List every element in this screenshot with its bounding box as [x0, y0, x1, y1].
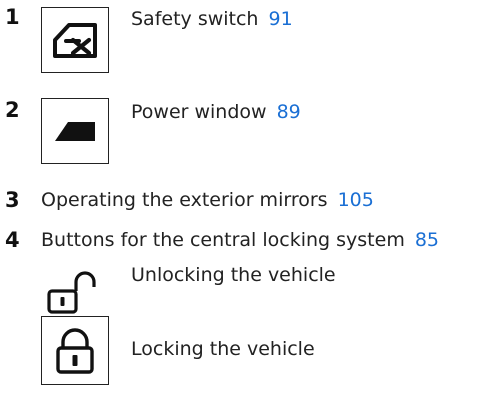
padlock-open-icon-box	[41, 264, 109, 324]
item-4-text: Buttons for the central locking system 85	[41, 231, 439, 250]
item-number: 2	[5, 98, 20, 122]
padlock-closed-icon	[56, 327, 94, 374]
window-lock-icon-box	[41, 7, 109, 73]
item-number: 4	[5, 228, 20, 252]
item-number: 3	[5, 188, 20, 212]
window-lock-icon	[53, 23, 97, 58]
item-number: 1	[5, 5, 20, 29]
padlock-open-icon	[47, 271, 96, 314]
page-reference-link[interactable]: 105	[338, 189, 374, 211]
page-reference-link[interactable]: 91	[268, 8, 292, 30]
item-label: Operating the exterior mirrors	[41, 189, 328, 211]
padlock-closed-icon-box	[41, 316, 109, 385]
item-3-text: Operating the exterior mirrors 105	[41, 191, 374, 210]
power-window-icon-box	[41, 98, 109, 164]
item-label: Buttons for the central locking system	[41, 229, 405, 251]
sub-item-text: Unlocking the vehicle	[131, 264, 336, 286]
item-label: Safety switch	[131, 8, 259, 30]
page-reference-link[interactable]: 85	[415, 229, 439, 251]
item-label: Power window	[131, 101, 267, 123]
page-reference-link[interactable]: 89	[277, 101, 301, 123]
item-2-text: Power window 89	[131, 103, 301, 122]
item-1-text: Safety switch 91	[131, 10, 293, 29]
sub-item-text: Locking the vehicle	[131, 338, 315, 360]
power-window-icon	[55, 122, 95, 141]
